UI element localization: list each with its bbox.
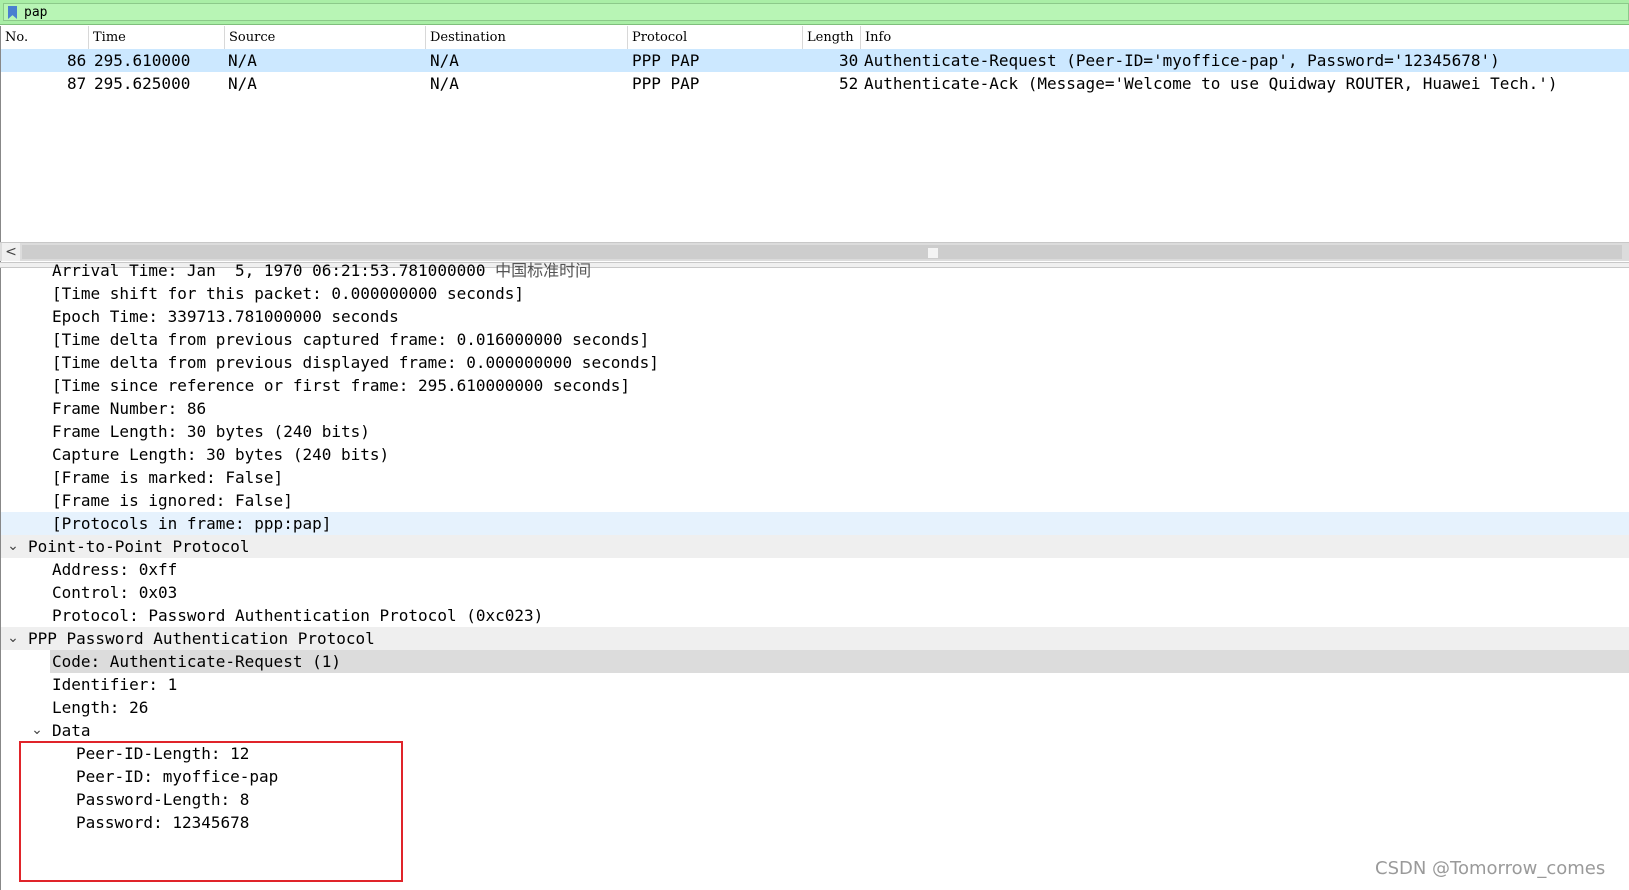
detail-text: Length: 26 <box>52 698 149 717</box>
section-ppp[interactable]: ⌄ Point-to-Point Protocol <box>1 535 1629 558</box>
column-header-no[interactable]: No. <box>1 26 89 50</box>
packet-no: 86 <box>67 51 87 70</box>
detail-text: Identifier: 1 <box>52 675 178 694</box>
detail-row[interactable]: Password-Length: 8 <box>1 788 1629 811</box>
section-data[interactable]: ⌄ Data <box>1 719 1629 742</box>
packet-protocol: PPP PAP <box>632 74 700 93</box>
packet-time: 295.610000 <box>94 51 191 70</box>
watermark: CSDN @Tomorrow_comes <box>1375 858 1606 879</box>
packet-destination: N/A <box>430 74 459 93</box>
detail-text: [Protocols in frame: ppp:pap] <box>52 514 332 533</box>
detail-row[interactable]: [Protocols in frame: ppp:pap] <box>1 512 1629 535</box>
packet-list: No. Time Source Destination Protocol Len… <box>0 26 1629 266</box>
detail-text: Protocol: Password Authentication Protoc… <box>52 606 544 625</box>
detail-text: Password-Length: 8 <box>76 790 250 809</box>
detail-row[interactable]: Protocol: Password Authentication Protoc… <box>1 604 1629 627</box>
column-header-length[interactable]: Length <box>803 26 861 50</box>
packet-list-header: No. Time Source Destination Protocol Len… <box>1 26 1629 51</box>
packet-info: Authenticate-Ack (Message='Welcome to us… <box>864 74 1558 93</box>
packet-row[interactable]: 87 295.625000 N/A N/A PPP PAP 52 Authent… <box>1 72 1629 95</box>
arrival-time: Arrival Time: Jan 5, 1970 06:21:53.78100… <box>52 261 486 280</box>
detail-row[interactable]: [Time since reference or first frame: 29… <box>1 374 1629 397</box>
column-header-time[interactable]: Time <box>89 26 225 50</box>
detail-text: Peer-ID-Length: 12 <box>76 744 250 763</box>
detail-text: Capture Length: 30 bytes (240 bits) <box>52 445 390 464</box>
detail-text: [Time shift for this packet: 0.000000000… <box>52 284 525 303</box>
packet-protocol: PPP PAP <box>632 51 700 70</box>
detail-text: Address: 0xff <box>52 560 178 579</box>
detail-text: Password: 12345678 <box>76 813 250 832</box>
display-filter-bar: pap <box>0 0 1629 25</box>
detail-row[interactable]: Identifier: 1 <box>1 673 1629 696</box>
detail-row[interactable]: [Time delta from previous captured frame… <box>1 328 1629 351</box>
detail-row[interactable]: Capture Length: 30 bytes (240 bits) <box>1 443 1629 466</box>
detail-text: Peer-ID: myoffice-pap <box>76 767 279 786</box>
detail-text: Frame Length: 30 bytes (240 bits) <box>52 422 370 441</box>
detail-text: [Time delta from previous captured frame… <box>52 330 650 349</box>
column-header-protocol[interactable]: Protocol <box>628 26 803 50</box>
packet-no: 87 <box>67 74 87 93</box>
detail-row[interactable]: [Time delta from previous displayed fram… <box>1 351 1629 374</box>
detail-row[interactable]: Peer-ID: myoffice-pap <box>1 765 1629 788</box>
packet-row[interactable]: 86 295.610000 N/A N/A PPP PAP 30 Authent… <box>1 49 1629 72</box>
scroll-thumb[interactable] <box>22 245 1622 259</box>
column-header-info[interactable]: Info <box>861 26 1629 50</box>
detail-row[interactable]: Control: 0x03 <box>1 581 1629 604</box>
section-title: PPP Password Authentication Protocol <box>28 629 375 648</box>
detail-row[interactable]: Frame Number: 86 <box>1 397 1629 420</box>
arrival-timezone: 中国标准时间 <box>495 261 592 280</box>
detail-row[interactable]: [Frame is marked: False] <box>1 466 1629 489</box>
detail-row[interactable]: Epoch Time: 339713.781000000 seconds <box>1 305 1629 328</box>
detail-text: [Time since reference or first frame: 29… <box>52 376 630 395</box>
detail-row[interactable]: Password: 12345678 <box>1 811 1629 834</box>
section-title: Data <box>52 721 91 740</box>
detail-text: Frame Number: 86 <box>52 399 207 418</box>
section-title: Point-to-Point Protocol <box>28 537 250 556</box>
packet-destination: N/A <box>430 51 459 70</box>
bookmark-icon[interactable] <box>8 6 17 19</box>
display-filter-input[interactable]: pap <box>3 3 1629 21</box>
column-header-source[interactable]: Source <box>225 26 426 50</box>
detail-text: Epoch Time: 339713.781000000 seconds <box>52 307 399 326</box>
packet-source: N/A <box>228 51 257 70</box>
chevron-down-icon[interactable]: ⌄ <box>6 535 20 558</box>
detail-row-selected[interactable]: Code: Authenticate-Request (1) <box>50 650 1629 673</box>
detail-row[interactable]: [Frame is ignored: False] <box>1 489 1629 512</box>
detail-text: Control: 0x03 <box>52 583 178 602</box>
detail-row[interactable]: Address: 0xff <box>1 558 1629 581</box>
detail-row[interactable]: Frame Length: 30 bytes (240 bits) <box>1 420 1629 443</box>
detail-row[interactable]: [Time shift for this packet: 0.000000000… <box>1 282 1629 305</box>
packet-length: 52 <box>839 74 859 93</box>
packet-info: Authenticate-Request (Peer-ID='myoffice-… <box>864 51 1500 70</box>
detail-row[interactable]: Length: 26 <box>1 696 1629 719</box>
filter-text: pap <box>24 5 48 20</box>
packet-length: 30 <box>839 51 859 70</box>
detail-row[interactable]: Arrival Time: Jan 5, 1970 06:21:53.78100… <box>1 259 1629 282</box>
scroll-grip[interactable] <box>928 248 938 258</box>
chevron-down-icon[interactable]: ⌄ <box>30 719 44 742</box>
column-header-destination[interactable]: Destination <box>426 26 628 50</box>
packet-time: 295.625000 <box>94 74 191 93</box>
detail-text: Code: Authenticate-Request (1) <box>52 652 341 671</box>
detail-text: [Frame is ignored: False] <box>52 491 293 510</box>
section-pap[interactable]: ⌄ PPP Password Authentication Protocol <box>1 627 1629 650</box>
packet-details-tree: Arrival Time: Jan 5, 1970 06:21:53.78100… <box>0 261 1629 890</box>
chevron-down-icon[interactable]: ⌄ <box>6 627 20 650</box>
detail-text: [Time delta from previous displayed fram… <box>52 353 659 372</box>
detail-row[interactable]: Peer-ID-Length: 12 <box>1 742 1629 765</box>
detail-text: [Frame is marked: False] <box>52 468 284 487</box>
packet-source: N/A <box>228 74 257 93</box>
